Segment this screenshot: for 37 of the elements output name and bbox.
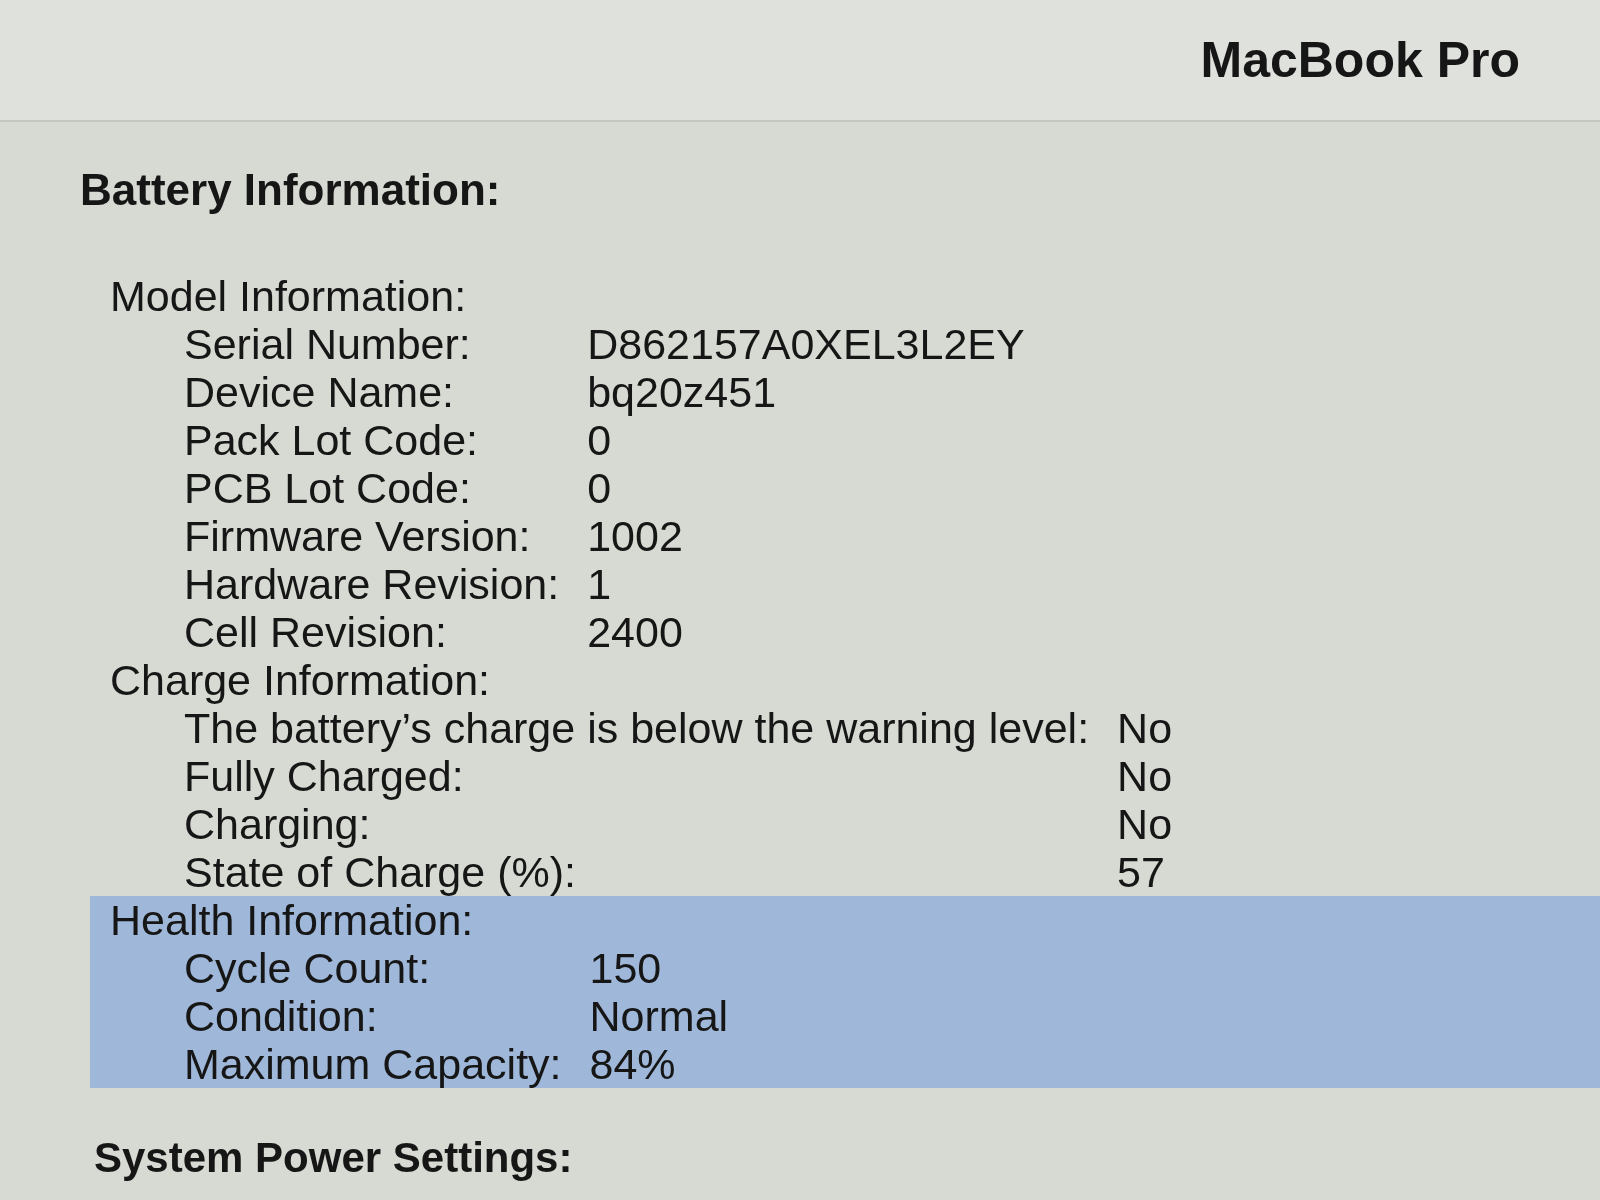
section-title: Battery Information: (80, 165, 501, 214)
property-label: Cell Revision: (184, 608, 447, 656)
property-label: Condition: (184, 992, 378, 1040)
property-value: 57 (1117, 848, 1165, 896)
property-value: No (1117, 752, 1173, 800)
section-title: System Power Settings: (94, 1134, 573, 1181)
group-title: Charge Information: (110, 656, 491, 704)
property-value: 0 (587, 464, 612, 512)
property-value: No (1117, 704, 1173, 752)
property-value: 2400 (587, 608, 683, 656)
property-value: 1002 (587, 512, 683, 560)
property-value: 150 (589, 944, 662, 992)
property-label: Maximum Capacity: (184, 1040, 562, 1088)
outline-group[interactable]: Model Information: Serial Number: D862157A0XEL3L2EY Device Name: bq20z451 Pack Lot Code: 0 PCB Lot Code: 0 Firmware Version: 1002 Hardware Revision: 1 Cell Revision: 2400 (90, 272, 1600, 656)
property-label: Hardware Revision: (184, 560, 560, 608)
property-label: Serial Number: (184, 320, 471, 368)
property-label: PCB Lot Code: (184, 464, 471, 512)
property-label: Firmware Version: (184, 512, 531, 560)
device-model-title: MacBook Pro (1200, 35, 1520, 85)
group-title: Health Information: (110, 896, 474, 944)
property-value: bq20z451 (587, 368, 777, 416)
property-value: 84% (589, 1040, 676, 1088)
property-label: Cycle Count: (184, 944, 431, 992)
property-label: Charging: (184, 800, 371, 848)
property-value: Normal (589, 992, 729, 1040)
property-label: The battery’s charge is below the warning level: (184, 704, 1090, 752)
group-title: Model Information: (110, 272, 467, 320)
outline-group[interactable]: Charge Information: The battery’s charge is below the warning level: No Fully Charged: No Charging: No State of Charge (%): 57 (90, 656, 1600, 896)
outline-group[interactable]: Health Information: Cycle Count: 150 Condition: Normal Maximum Capacity: 84% (90, 896, 1600, 1088)
property-value: 1 (587, 560, 612, 608)
property-label: Pack Lot Code: (184, 416, 478, 464)
property-value: No (1117, 800, 1173, 848)
property-value: 0 (587, 416, 612, 464)
property-label: Fully Charged: (184, 752, 464, 800)
property-label: State of Charge (%): (184, 848, 576, 896)
property-label: Device Name: (184, 368, 455, 416)
property-value: D862157A0XEL3L2EY (587, 320, 1025, 368)
